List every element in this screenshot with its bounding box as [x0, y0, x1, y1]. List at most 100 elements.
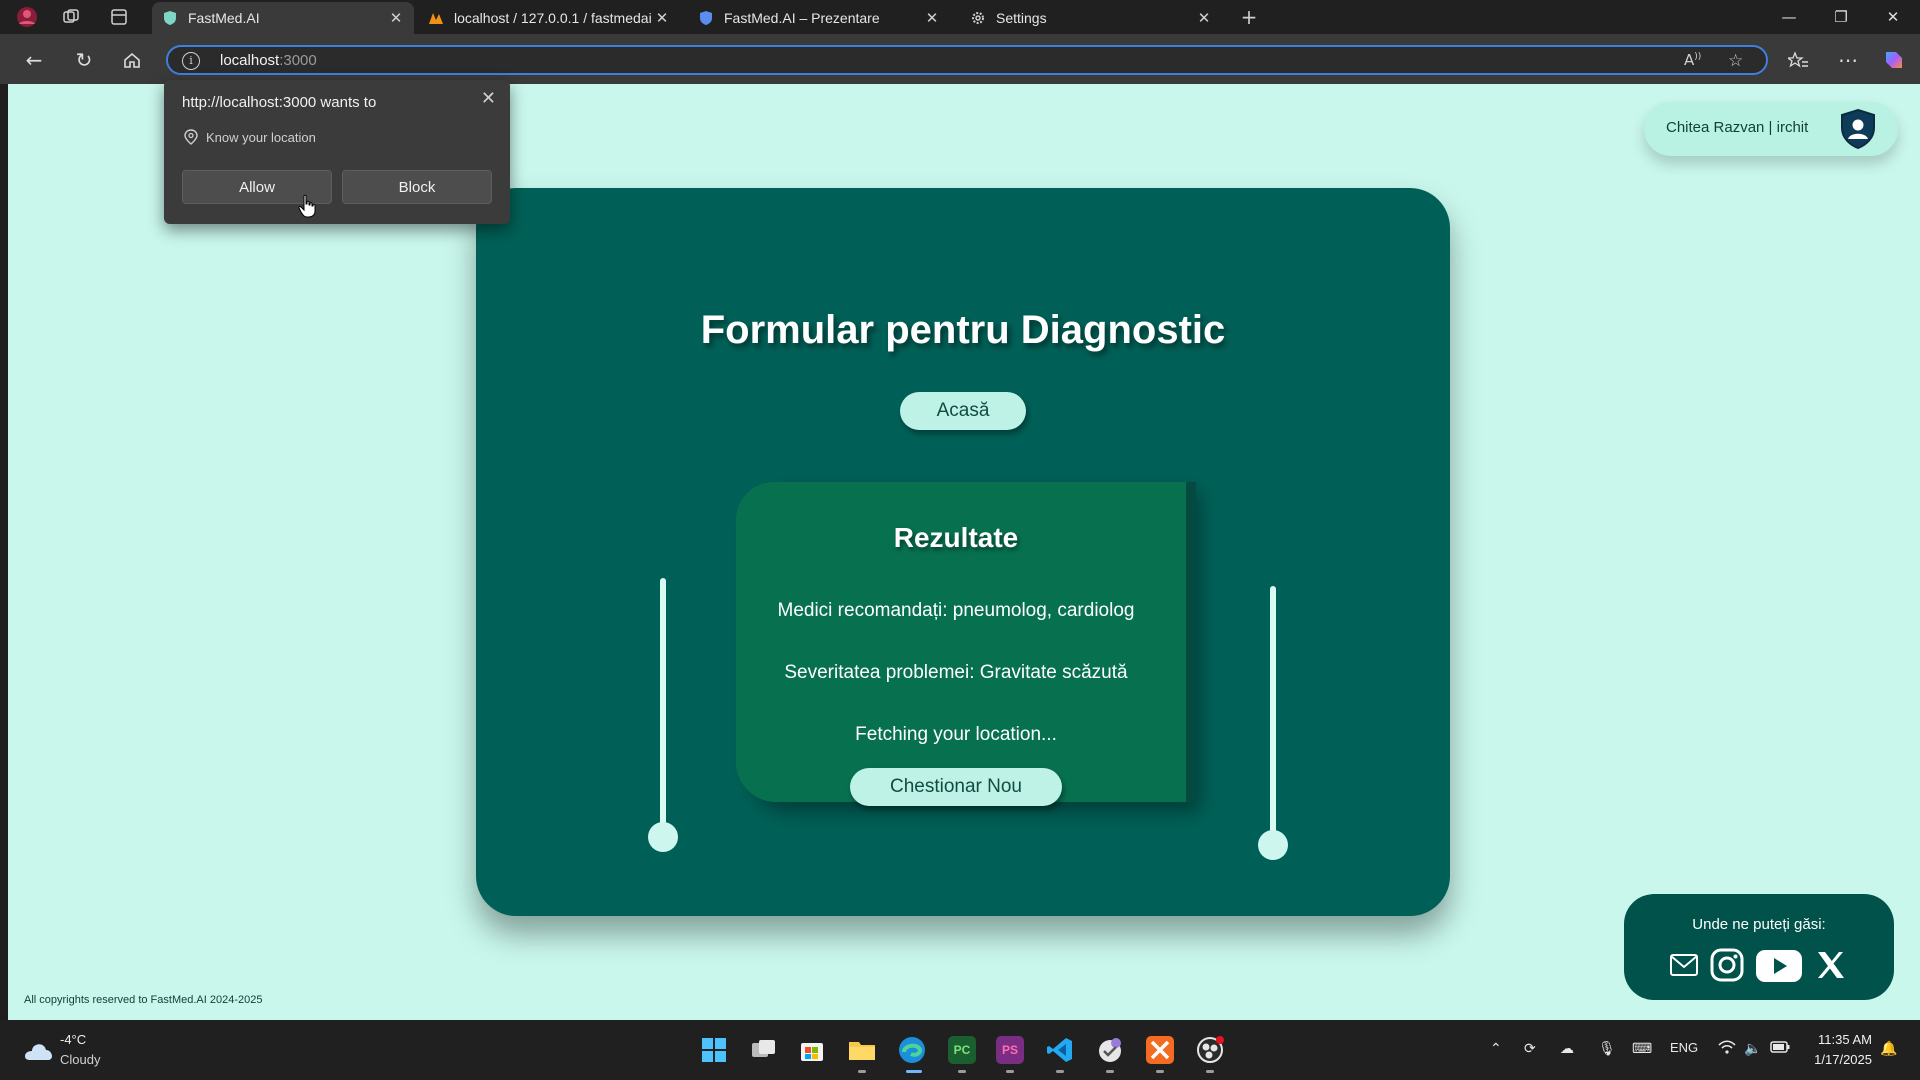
left-slider-track[interactable]	[660, 578, 666, 842]
popup-close-icon[interactable]: ✕	[481, 88, 496, 109]
recommended-doctors: Medici recomandați: pneumolog, cardiolog	[777, 600, 1135, 621]
tab-close-icon[interactable]: ✕	[924, 9, 940, 27]
address-url[interactable]: localhost:3000	[220, 52, 317, 69]
edge-browser-icon[interactable]	[898, 1036, 926, 1064]
tab-fastmed[interactable]: FastMed.AI ✕	[152, 2, 414, 34]
windows-taskbar: -4°C Cloudy PC PS ⌃ ⟳ ☁ 🎙 ⌨ ENG 🔈 11:35 …	[0, 1020, 1920, 1080]
battery-icon[interactable]	[1770, 1040, 1790, 1056]
instagram-icon[interactable]	[1710, 948, 1744, 982]
favorites-icon[interactable]	[1784, 46, 1812, 74]
notifications-bell-icon[interactable]: 🔔	[1880, 1040, 1897, 1057]
x-twitter-icon[interactable]	[1816, 950, 1846, 980]
results-panel: Rezultate Medici recomandați: pneumolog,…	[736, 482, 1186, 806]
running-indicator	[1156, 1070, 1164, 1073]
social-title: Unde ne puteți găsi:	[1692, 916, 1826, 933]
permission-text: Know your location	[206, 130, 316, 145]
task-view-icon[interactable]	[750, 1036, 778, 1064]
weather-temperature[interactable]: -4°C	[60, 1032, 86, 1047]
running-indicator	[1106, 1070, 1114, 1073]
running-indicator	[1006, 1070, 1014, 1073]
onedrive-cloud-icon[interactable]: ☁	[1560, 1040, 1574, 1057]
tab-phpmyadmin[interactable]: localhost / 127.0.0.1 / fastmedai / ✕	[418, 2, 680, 34]
mail-icon[interactable]	[1670, 954, 1698, 976]
microsoft-store-icon[interactable]	[798, 1036, 826, 1064]
minimize-icon[interactable]: —	[1774, 6, 1804, 28]
running-indicator	[958, 1070, 966, 1073]
show-hidden-icons-icon[interactable]: ⌃	[1490, 1040, 1502, 1057]
running-indicator	[858, 1070, 866, 1073]
copyright-text: All copyrights reserved to FastMed.AI 20…	[24, 994, 263, 1006]
keyboard-icon[interactable]: ⌨	[1632, 1040, 1652, 1057]
shield-favicon-icon	[162, 10, 178, 26]
tab-title: FastMed.AI	[188, 10, 260, 26]
copilot-icon[interactable]	[1880, 46, 1908, 74]
user-badge[interactable]: Chitea Razvan | irchit	[1644, 102, 1898, 156]
obs-studio-icon[interactable]	[1196, 1036, 1224, 1064]
tab-title: FastMed.AI – Prezentare	[724, 10, 880, 26]
page-viewport: Chitea Razvan | irchit Formular pentru D…	[8, 84, 1920, 1020]
address-bar[interactable]: i localhost:3000 A)) ☆	[166, 45, 1768, 75]
browser-toolbar: ← ↻ i localhost:3000 A)) ☆ ⋯	[0, 34, 1920, 84]
favorite-star-icon[interactable]: ☆	[1728, 51, 1743, 71]
cloud-weather-icon[interactable]	[22, 1040, 54, 1062]
file-explorer-icon[interactable]	[848, 1036, 876, 1064]
running-indicator	[1056, 1070, 1064, 1073]
phpmyadmin-favicon-icon	[428, 10, 444, 26]
tab-close-icon[interactable]: ✕	[388, 9, 404, 27]
tab-close-icon[interactable]: ✕	[654, 9, 670, 27]
location-pin-icon	[184, 129, 198, 145]
running-indicator	[1206, 1070, 1214, 1073]
new-tab-button[interactable]: +	[1236, 5, 1262, 29]
left-slider-handle[interactable]	[648, 822, 678, 852]
gear-icon	[970, 10, 986, 26]
input-language[interactable]: ENG	[1670, 1040, 1698, 1055]
results-title: Rezultate	[893, 522, 1019, 553]
xampp-icon[interactable]	[1146, 1036, 1174, 1064]
vscode-icon[interactable]	[1046, 1036, 1074, 1064]
home-button[interactable]: Acasă	[900, 392, 1026, 430]
url-host: localhost	[220, 52, 280, 69]
tab-actions-icon[interactable]	[106, 5, 132, 29]
tab-title: localhost / 127.0.0.1 / fastmedai /	[454, 10, 654, 26]
url-port: :3000	[279, 52, 317, 69]
more-menu-icon[interactable]: ⋯	[1834, 46, 1862, 74]
home-icon[interactable]	[118, 46, 146, 74]
utility-app-icon[interactable]	[1096, 1036, 1124, 1064]
clock-time[interactable]: 11:35 AM	[1808, 1032, 1872, 1047]
microphone-icon[interactable]: 🎙	[1598, 1040, 1616, 1057]
wifi-icon[interactable]	[1718, 1040, 1736, 1057]
shield-favicon-icon	[698, 10, 714, 26]
windows-start-icon[interactable]	[700, 1036, 728, 1064]
tab-settings[interactable]: Settings ✕	[960, 2, 1222, 34]
tab-prezentare[interactable]: FastMed.AI – Prezentare ✕	[688, 2, 950, 34]
volume-icon[interactable]: 🔈	[1744, 1040, 1761, 1057]
block-button[interactable]: Block	[342, 170, 492, 204]
phpstorm-icon[interactable]: PS	[996, 1036, 1024, 1064]
location-status: Fetching your location...	[855, 724, 1057, 745]
popup-title: http://localhost:3000 wants to	[182, 94, 377, 111]
clock-date[interactable]: 1/17/2025	[1800, 1052, 1872, 1067]
right-slider-handle[interactable]	[1258, 830, 1288, 860]
sync-icon[interactable]: ⟳	[1524, 1040, 1536, 1057]
new-questionnaire-button[interactable]: Chestionar Nou	[850, 768, 1062, 806]
weather-description[interactable]: Cloudy	[60, 1052, 100, 1067]
diagnostic-card: Formular pentru Diagnostic Acasă Rezulta…	[476, 188, 1450, 916]
site-info-icon[interactable]: i	[182, 52, 200, 70]
youtube-icon[interactable]	[1756, 950, 1802, 982]
location-permission-popup: http://localhost:3000 wants to ✕ Know yo…	[164, 80, 510, 224]
user-shield-icon	[1841, 108, 1875, 150]
profile-avatar-icon[interactable]	[14, 5, 40, 29]
refresh-icon[interactable]: ↻	[70, 46, 98, 74]
pycharm-icon[interactable]: PC	[948, 1036, 976, 1064]
user-name: Chitea Razvan | irchit	[1666, 119, 1809, 136]
active-indicator	[906, 1070, 922, 1073]
tab-close-icon[interactable]: ✕	[1196, 9, 1212, 27]
read-aloud-icon[interactable]: A))	[1684, 51, 1701, 69]
severity-text: Severitatea problemei: Gravitate scăzută	[784, 662, 1128, 683]
right-slider-track[interactable]	[1270, 586, 1276, 850]
restore-icon[interactable]: ❐	[1826, 6, 1856, 28]
workspaces-icon[interactable]	[58, 5, 84, 29]
tab-title: Settings	[996, 10, 1047, 26]
close-window-icon[interactable]: ✕	[1878, 6, 1908, 28]
back-arrow-icon[interactable]: ←	[20, 46, 48, 74]
